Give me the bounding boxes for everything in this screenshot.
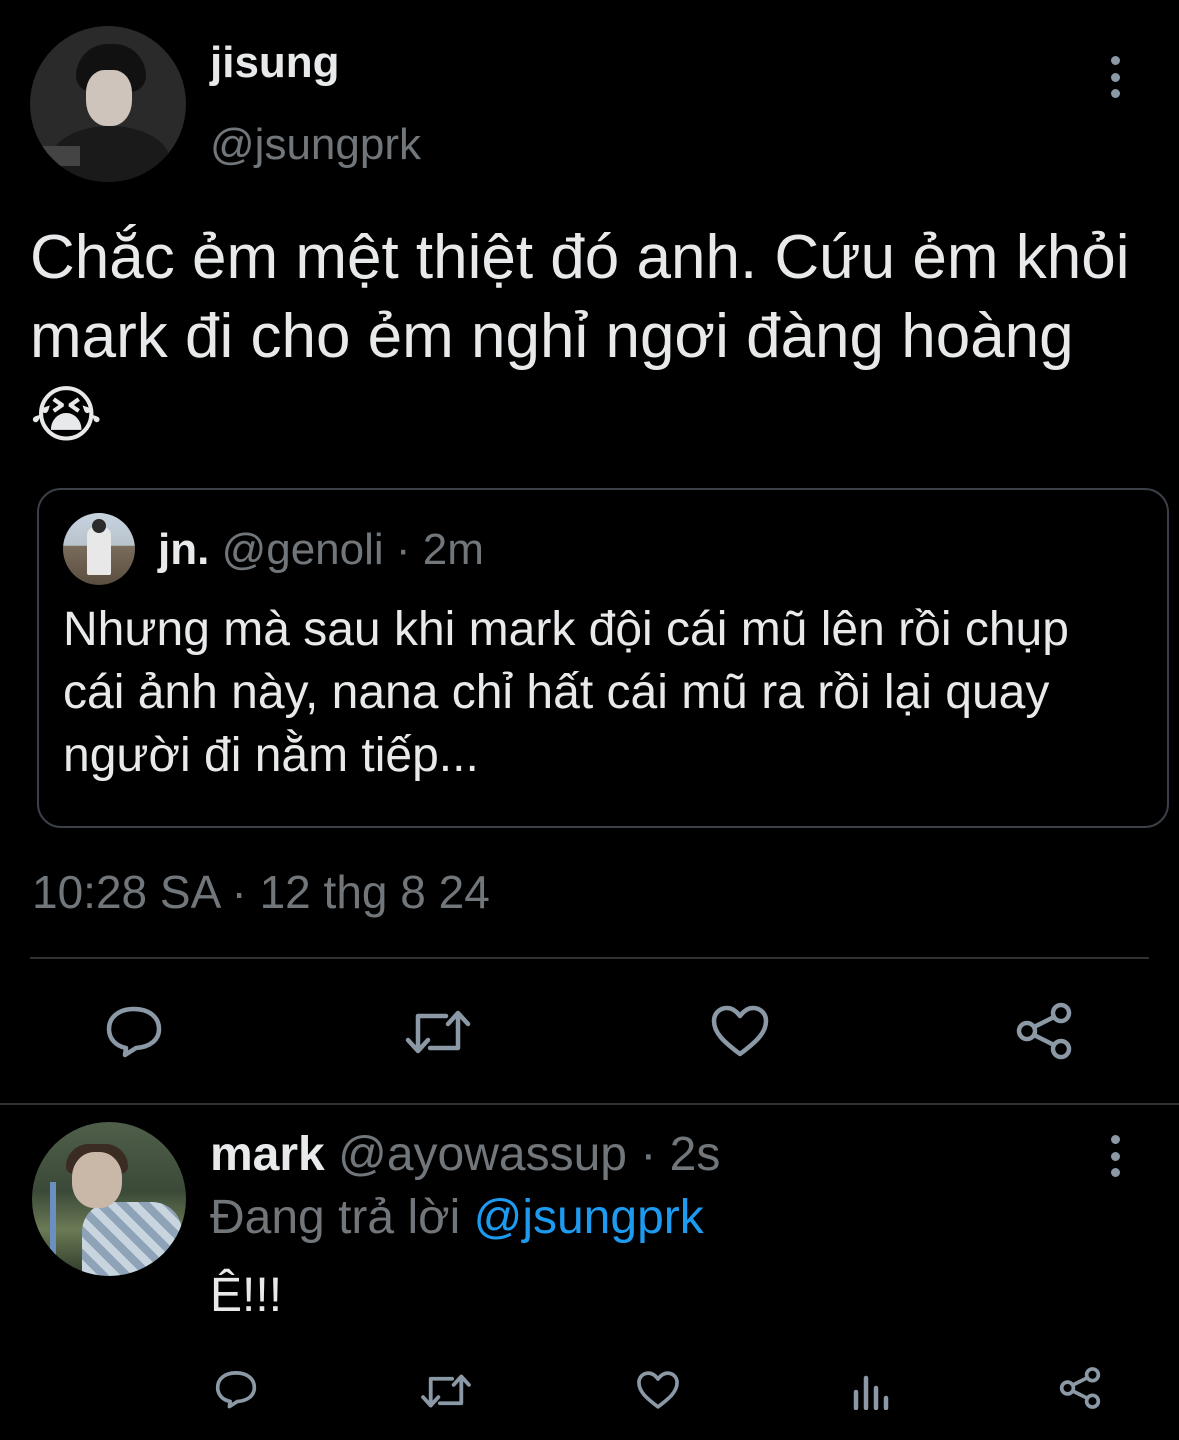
- replying-to-mention[interactable]: @jsungprk: [474, 1191, 704, 1244]
- like-icon[interactable]: [710, 1004, 770, 1058]
- avatar-mark[interactable]: [32, 1122, 186, 1276]
- tweet-timestamp[interactable]: 10:28 SA · 12 thg 8 24: [32, 865, 490, 919]
- divider: [30, 957, 1149, 959]
- reply-icon[interactable]: [214, 1368, 258, 1410]
- reply-header: mark @ayowassup · 2s: [210, 1127, 720, 1182]
- avatar-jisung[interactable]: [30, 26, 186, 182]
- tweet-text: Chắc ẻm mệt thiệt đó anh. Cứu ẻm khỏi ma…: [30, 218, 1140, 455]
- more-options-icon[interactable]: [1109, 1135, 1121, 1177]
- reply-display-name[interactable]: mark: [210, 1128, 325, 1181]
- replying-to: Đang trả lời @jsungprk: [210, 1190, 704, 1245]
- tweet-body: Chắc ẻm mệt thiệt đó anh. Cứu ẻm khỏi ma…: [30, 223, 1130, 371]
- more-options-icon[interactable]: [1109, 56, 1121, 98]
- share-icon[interactable]: [1014, 1002, 1074, 1060]
- avatar-jn: [63, 513, 135, 585]
- quoted-time: · 2m: [395, 525, 484, 574]
- retweet-icon[interactable]: [404, 1006, 472, 1058]
- author-handle[interactable]: @jsungprk: [210, 120, 421, 170]
- quoted-tweet-text: Nhưng mà sau khi mark đội cái mũ lên rồi…: [63, 603, 1069, 782]
- reply-text: Ê!!!: [210, 1269, 283, 1322]
- reply-time: · 2s: [640, 1128, 721, 1181]
- retweet-icon[interactable]: [420, 1371, 472, 1411]
- divider: [0, 1103, 1179, 1105]
- share-icon[interactable]: [1058, 1366, 1102, 1410]
- replying-to-label: Đang trả lời: [210, 1191, 461, 1244]
- like-icon[interactable]: [636, 1370, 680, 1410]
- quoted-handle: @genoli: [221, 525, 384, 574]
- reply-handle[interactable]: @ayowassup: [338, 1128, 627, 1181]
- author-display-name[interactable]: jisung: [210, 38, 340, 88]
- views-icon[interactable]: [850, 1370, 890, 1410]
- reply-icon[interactable]: [104, 1003, 164, 1059]
- quoted-tweet-header: jn. @genoli · 2m: [158, 525, 484, 575]
- crying-emoji-icon: 😭: [30, 381, 103, 450]
- quoted-display-name: jn.: [158, 525, 210, 574]
